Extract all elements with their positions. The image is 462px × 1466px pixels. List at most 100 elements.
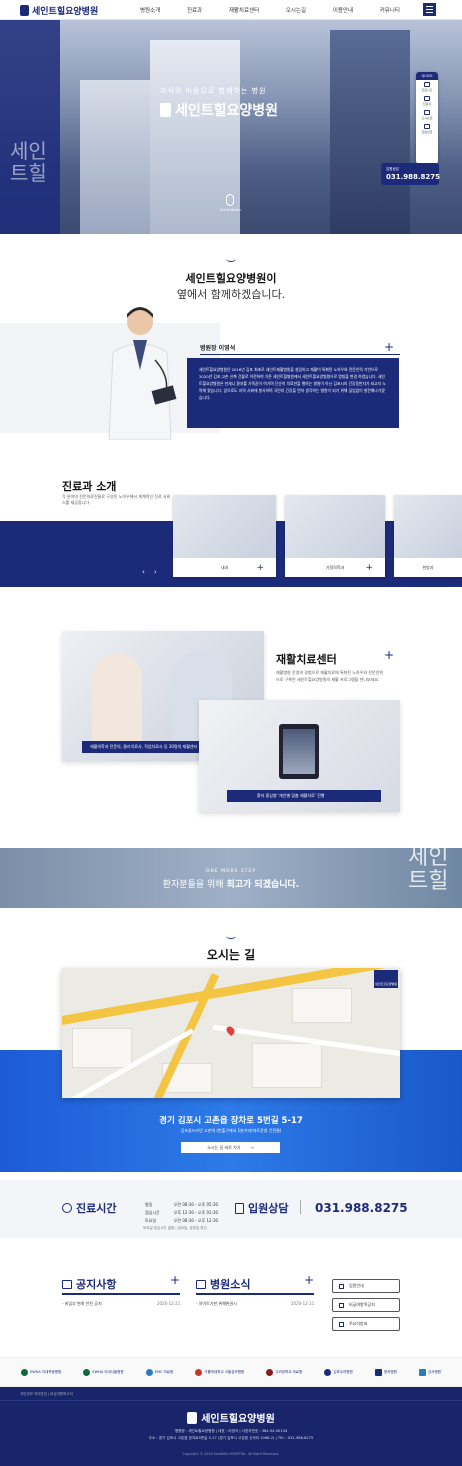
footer-copyright: Copyright © 2020 SaintHills HOSPITAL. Al… — [182, 1452, 280, 1456]
nav-item-departments[interactable]: 진료과 — [187, 6, 202, 14]
hero-side-text-line: 트힐 — [10, 161, 47, 185]
departments-description: 각 분야의 전문의료진들로 구성된 노하우에서 체계적인 진료 서비스를 제공합… — [62, 494, 171, 505]
inquiry-phone[interactable]: 031.988.8275 — [315, 1201, 408, 1215]
news-more-plus-icon[interactable]: + — [304, 1274, 314, 1286]
partner-logo[interactable]: 가톨릭대학교 서울성모병원 — [195, 1368, 244, 1376]
inquiry-title-text: 입원상담 — [248, 1202, 289, 1215]
notice-row[interactable]: - 비임부 변화 안된 공지 — [62, 1301, 102, 1307]
director-heading: 병원장 이영석 — [200, 345, 236, 352]
location-map[interactable] — [62, 968, 400, 1098]
site-logo[interactable]: 세인트힐요양병원 — [20, 4, 98, 17]
partner-logos: EWHA 이대목동병원 EWHA 이대서울병원 EMC 의료원 가톨릭대학교 서… — [0, 1357, 462, 1387]
quick-item-hours[interactable]: 진료시간 — [416, 80, 438, 94]
nav-item-rehab[interactable]: 재활치료센터 — [229, 6, 259, 14]
intro-subtitle: 옆에서 함께하겠습니다. — [176, 288, 286, 301]
call-box[interactable]: 입원상담 031.988.8275 — [381, 163, 441, 185]
hours-time: 오전 08:30 - 오후 05:30 — [173, 1202, 219, 1207]
departments-title: 진료과 소개 — [62, 480, 117, 493]
department-card-family[interactable]: 가정의학과 + — [285, 495, 385, 577]
arrow-right-icon: → — [250, 1145, 254, 1150]
inquiry-title: 입원상담 — [235, 1200, 288, 1216]
partner-logo[interactable]: 강서병원 — [419, 1368, 441, 1376]
quick-item-label: 입원상담 — [421, 130, 433, 134]
nav-item-directions[interactable]: 오시는길 — [286, 6, 306, 14]
quick-menu-title: QUICK — [416, 72, 438, 80]
partner-logo[interactable]: EWHA 이대서울병원 — [83, 1368, 124, 1376]
plus-icon: + — [365, 562, 373, 573]
notice-date: 2020-12-21 — [157, 1301, 181, 1306]
scroll-down-label: Scroll Down — [220, 208, 241, 212]
banner-kicker: ONE MORE STEP — [205, 869, 257, 874]
address-note: 김포골드라인 고촌역 (번출구에서 1분거리(마트운영 건전물) — [180, 1128, 282, 1133]
footer-logo-text: 세인트힐요양병원 — [201, 1414, 275, 1425]
quick-item-inquiry[interactable]: 입원상담 — [416, 122, 438, 136]
partner-logo[interactable]: EMC 의료원 — [145, 1368, 173, 1376]
clock-icon — [424, 82, 430, 87]
notice-more-plus-icon[interactable]: + — [170, 1274, 180, 1286]
hero-title-text: 세인트힐요양병원 — [175, 103, 279, 119]
tablet-image — [279, 724, 319, 779]
notice-title-text: 공지사항 — [76, 1278, 117, 1291]
carousel-next-icon[interactable]: › — [154, 568, 166, 576]
mouse-scroll-icon[interactable] — [226, 194, 234, 206]
hours-day: 점심시간 — [145, 1210, 160, 1215]
banner-slogan-bold: 최고가 되겠습니다. — [226, 880, 300, 890]
call-number: 031.988.8275 — [386, 173, 441, 181]
nav-item-about[interactable]: 병원소개 — [140, 6, 160, 14]
hero-side-text: 세인 트힐 — [10, 140, 47, 184]
quick-item-directions[interactable]: 오시는길 — [416, 108, 438, 122]
news-row[interactable]: - 차이트기판 위해한권시 — [196, 1301, 237, 1307]
footer-links[interactable]: 개인정보 처리방침 | 비급여항목고지 — [20, 1392, 73, 1397]
partner-name: EWHA 이대목동병원 — [30, 1369, 62, 1374]
document-icon — [339, 1303, 344, 1308]
banner-slogan-prefix: 환자분들을 위해 — [162, 880, 227, 890]
logo-mark-icon — [20, 5, 29, 16]
calendar-icon — [339, 1322, 344, 1327]
nav-item-community[interactable]: 커뮤니티 — [380, 6, 400, 14]
meal-table-button[interactable]: 주요석방표 — [332, 1317, 400, 1331]
quick-button-label: 주요석방표 — [349, 1321, 368, 1326]
department-card-korean[interactable]: 한방과 — [394, 495, 462, 577]
partner-logo[interactable]: 고려대학교 의료원 — [266, 1368, 303, 1376]
non-covered-fees-button[interactable]: 비급여항목공지 — [332, 1298, 400, 1312]
banner-slogan: 환자분들을 위해 최고가 되겠습니다. — [0, 877, 462, 890]
department-card-label: 가정의학과 — [325, 564, 345, 570]
hamburger-menu-button[interactable] — [423, 3, 436, 16]
hours-day: 토요일 — [145, 1218, 157, 1223]
directions-title: 오시는 길 — [206, 948, 256, 962]
department-card-label: 내과 — [220, 564, 229, 570]
quick-button-label: 입원안내 — [349, 1283, 364, 1288]
therapist-figure — [92, 653, 142, 753]
department-card-internal[interactable]: 내과 + — [173, 495, 276, 577]
quick-item-departments[interactable]: 진료과 — [416, 94, 438, 108]
carousel-arrows: ‹› — [142, 568, 166, 576]
hours-title-text: 진료시간 — [76, 1202, 117, 1215]
hero-title: 세인트힐요양병원 — [160, 100, 278, 120]
quick-button-label: 비급여항목공지 — [349, 1302, 375, 1307]
banner-deco-line: 트힐 — [408, 869, 449, 894]
logo-mark-icon — [160, 103, 171, 117]
partner-logo[interactable]: 명지병원 — [374, 1368, 397, 1376]
directions-button[interactable]: 오시는 길 바로 가기 → — [181, 1142, 280, 1153]
hero-side-text-line: 세인 — [10, 139, 47, 163]
admission-guide-button[interactable]: 입원안내 — [332, 1279, 400, 1293]
notice-title: 공지사항 — [62, 1276, 116, 1292]
xray-screen — [283, 729, 315, 774]
hours-time: 오후 12:30 - 오후 01:30 — [173, 1210, 219, 1215]
quick-item-label: 오시는길 — [421, 116, 433, 120]
nav-item-guide[interactable]: 이용안내 — [333, 6, 353, 14]
rehab-more-plus-icon[interactable]: + — [384, 649, 394, 661]
hours-row: 평일 오전 08:30 - 오후 05:30 — [145, 1202, 230, 1208]
hours-title: 진료시간 — [62, 1200, 116, 1216]
director-more-plus-icon[interactable]: + — [384, 341, 394, 353]
divider — [200, 354, 400, 355]
divider — [196, 1293, 314, 1295]
carousel-prev-icon[interactable]: ‹ — [142, 568, 154, 576]
partner-logo[interactable]: EWHA 이대목동병원 — [21, 1368, 62, 1376]
director-photo — [108, 307, 177, 440]
partner-name: 고려대학교 의료원 — [275, 1369, 303, 1374]
department-photo — [173, 495, 276, 558]
partner-logo[interactable]: 김포우리병원 — [324, 1368, 353, 1376]
footer-logo: 세인트힐요양병원 — [0, 1410, 462, 1425]
map-pin-icon — [424, 110, 430, 115]
